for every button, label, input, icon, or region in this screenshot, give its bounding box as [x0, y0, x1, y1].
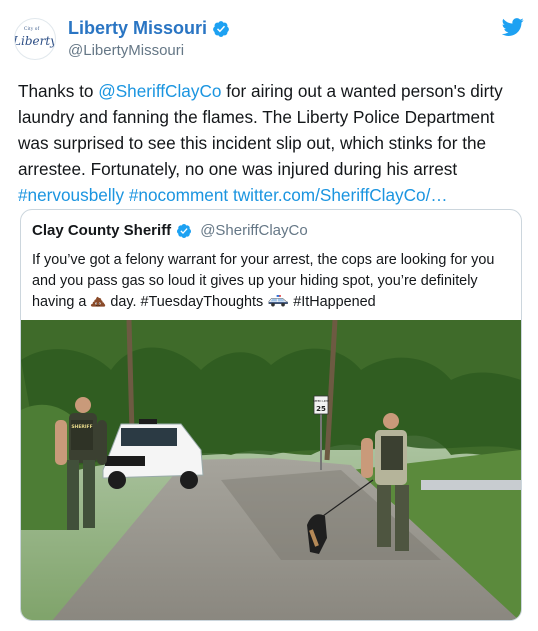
tweet-text-start: Thanks to [18, 81, 99, 101]
verified-badge-icon [177, 223, 192, 238]
tweet-card: City of Liberty Liberty Missouri @Libert… [0, 0, 538, 631]
hashtag-link-nervousbelly[interactable]: #nervousbelly [18, 185, 124, 205]
avatar[interactable]: City of Liberty [14, 18, 56, 60]
display-name-row: Liberty Missouri [68, 18, 230, 39]
photo-speed-sign-label: SPEED LIMIT [313, 399, 330, 403]
url-link[interactable]: twitter.com/SheriffClayCo/… [233, 185, 448, 205]
display-name[interactable]: Liberty Missouri [68, 18, 207, 39]
mention-link[interactable]: @SheriffClayCo [98, 81, 221, 101]
author-names: Liberty Missouri @LibertyMissouri [68, 18, 230, 59]
verified-badge-icon [213, 20, 229, 37]
photo-badge-text: SHERIFF [71, 424, 92, 430]
attached-photo[interactable]: SPEED LIMIT 25 SHERIFF [21, 320, 521, 621]
police-car-emoji-icon [268, 295, 289, 307]
author-handle[interactable]: @LibertyMissouri [68, 42, 230, 59]
twitter-bird-icon[interactable] [502, 16, 524, 38]
tweet-header: City of Liberty Liberty Missouri @Libert… [14, 14, 524, 64]
quoted-tweet[interactable]: Clay County Sheriff @SheriffClayCo If yo… [20, 209, 522, 621]
tweet-text: Thanks to @SheriffClayCo for airing out … [18, 78, 518, 208]
photo-speed-sign-value: 25 [316, 405, 326, 413]
quoted-display-name[interactable]: Clay County Sheriff [32, 222, 171, 239]
avatar-script-text: Liberty [14, 34, 56, 48]
poop-emoji-icon [91, 296, 106, 307]
quoted-text-part-3: #ItHappened [289, 294, 376, 310]
quoted-tweet-header: Clay County Sheriff @SheriffClayCo [32, 222, 308, 239]
avatar-small-text: City of [24, 27, 40, 32]
quoted-tweet-text: If you’ve got a felony warrant for your … [32, 250, 514, 313]
quoted-handle[interactable]: @SheriffClayCo [200, 222, 308, 239]
hashtag-link-nocomment[interactable]: #nocomment [129, 185, 228, 205]
quoted-text-part-2: day. #TuesdayThoughts [106, 294, 268, 310]
photo-guardrail [421, 480, 521, 490]
